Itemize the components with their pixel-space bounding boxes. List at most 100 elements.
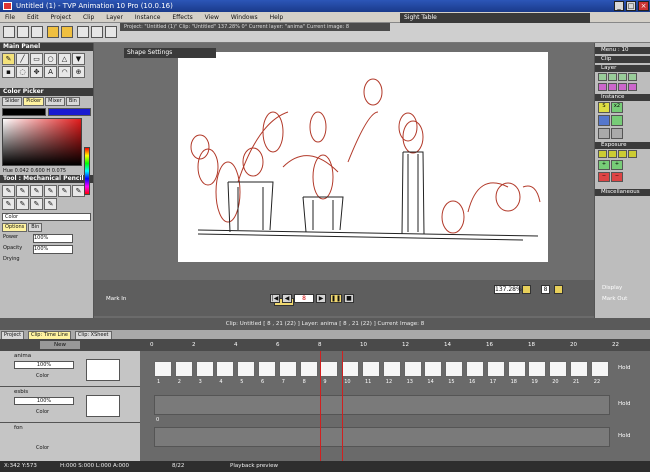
menu-view[interactable]: View (200, 12, 224, 23)
layer-row[interactable]: esbis 100% Color (0, 387, 140, 423)
current-frame-field[interactable]: 8 (294, 294, 314, 303)
frame-cell[interactable]: 13 (403, 361, 422, 385)
rect-tool-icon[interactable]: ▭ (30, 53, 43, 65)
menu-windows[interactable]: Windows (226, 12, 263, 23)
picker-tool-icon[interactable]: ⊕ (72, 66, 85, 78)
brush-preset-icon[interactable]: ✎ (58, 185, 71, 197)
undo-icon[interactable] (47, 26, 59, 38)
section-misc[interactable]: Miscellaneous (595, 189, 650, 196)
layer-action-icon[interactable] (618, 83, 627, 91)
mark-out-label[interactable]: Mark Out (602, 296, 642, 302)
timeline-tracks[interactable]: 1 2 3 4 5 6 7 8 9 10 11 12 13 14 15 16 17 18 19 20 21 22 Hold… (140, 351, 650, 461)
page-button[interactable] (554, 285, 563, 294)
exposure-plus-icon[interactable]: + (598, 160, 610, 170)
tab-slider[interactable]: Slider (2, 97, 23, 106)
brush-preset-icon[interactable]: ✎ (2, 185, 15, 197)
exposure-plus-icon[interactable]: + (611, 160, 623, 170)
shape-settings-panel[interactable]: Shape Settings (124, 48, 216, 58)
frame-cell[interactable]: 10 (341, 361, 360, 385)
exposure-minus-icon[interactable]: − (611, 172, 623, 182)
brush-preset-icon[interactable]: ✎ (44, 185, 57, 197)
section-exposure[interactable]: Exposure (595, 142, 650, 149)
secondary-color-swatch[interactable] (47, 108, 91, 116)
drawing-canvas[interactable] (178, 52, 548, 262)
exposure-minus-icon[interactable]: − (598, 172, 610, 182)
section-instance[interactable]: Instance (595, 94, 650, 101)
frame-cell[interactable]: 3 (195, 361, 214, 385)
triangle-tool-icon[interactable]: △ (58, 53, 71, 65)
instance-icon[interactable] (598, 128, 610, 139)
menu-instance[interactable]: Instance (130, 12, 166, 23)
section-clip[interactable]: Clip (595, 56, 650, 63)
layer-action-icon[interactable] (608, 83, 617, 91)
power-input[interactable]: 100% (33, 234, 73, 243)
new-icon[interactable] (3, 26, 15, 38)
frame-cell[interactable]: 11 (362, 361, 380, 385)
opacity-input[interactable]: 100% (33, 245, 73, 254)
move-tool-icon[interactable]: ✥ (30, 66, 43, 78)
layer-icon[interactable] (91, 26, 103, 38)
instance-icon[interactable] (598, 115, 610, 126)
layer-action-icon[interactable] (608, 73, 617, 81)
frame-cell[interactable]: 6 (258, 361, 276, 385)
frame-cell[interactable]: 17 (486, 361, 505, 385)
lasso-tool-icon[interactable]: ◌ (16, 66, 29, 78)
instance-icon[interactable] (611, 128, 623, 139)
layer-color[interactable]: Color (36, 409, 49, 415)
mark-in-label[interactable]: Mark In (106, 296, 136, 304)
layer-action-icon[interactable] (618, 73, 627, 81)
menu-clip[interactable]: Clip (78, 12, 99, 23)
layer-action-icon[interactable] (628, 73, 637, 81)
brush-preset-icon[interactable]: ✎ (30, 198, 43, 210)
fon-track[interactable] (154, 427, 610, 447)
redo-icon[interactable] (61, 26, 73, 38)
minimize-button[interactable]: _ (614, 1, 624, 11)
new-layer-button[interactable]: New (40, 341, 80, 349)
display-dropdown[interactable]: Display (602, 285, 642, 291)
frame-cell[interactable]: 5 (237, 361, 256, 385)
primary-color-swatch[interactable] (2, 108, 46, 116)
instance-x2-icon[interactable]: x2 (611, 102, 623, 113)
menu-file[interactable]: File (0, 12, 20, 23)
frame-cell[interactable]: 2 (174, 361, 193, 385)
frame-cell[interactable]: 8 (299, 361, 318, 385)
frame-cell[interactable]: 21 (570, 361, 588, 385)
menu-effects[interactable]: Effects (167, 12, 197, 23)
exposure-icon[interactable] (618, 150, 627, 158)
tab-bin[interactable]: Bin (65, 97, 80, 106)
open-icon[interactable] (17, 26, 29, 38)
page-field[interactable]: 8 (541, 285, 550, 294)
color-dropdown[interactable]: Color (2, 213, 91, 221)
menu-edit[interactable]: Edit (22, 12, 44, 23)
layer-action-icon[interactable] (628, 83, 637, 91)
maximize-button[interactable]: □ (626, 1, 636, 11)
frame-ruler[interactable]: 0 2 4 6 8 10 12 14 16 18 20 22 (150, 339, 620, 351)
layer-action-icon[interactable] (598, 83, 607, 91)
layer-row[interactable]: anima 100% Color (0, 351, 140, 387)
layer-color[interactable]: Color (36, 445, 49, 451)
tab-bin-options[interactable]: Bin (28, 223, 43, 232)
text-tool-icon[interactable]: A (44, 66, 57, 78)
menu-project[interactable]: Project (46, 12, 77, 23)
frame-cell[interactable]: 14 (424, 361, 443, 385)
tab-mixer[interactable]: Mixer (45, 97, 65, 106)
brush-preset-icon[interactable]: ✎ (16, 185, 29, 197)
tab-picker[interactable]: Picker (23, 97, 45, 106)
frame-cell[interactable]: 7 (278, 361, 297, 385)
frame-cell[interactable]: 1 (154, 361, 172, 385)
hue-slider[interactable] (84, 147, 90, 195)
frame-cell[interactable]: 15 (445, 361, 464, 385)
frame-cell[interactable]: 18 (507, 361, 526, 385)
frame-cell[interactable]: 9 (320, 361, 339, 385)
exposure-icon[interactable] (628, 150, 637, 158)
zoom-field[interactable]: 137.28% (494, 285, 522, 294)
zoom-preset-button[interactable] (522, 285, 531, 294)
next-frame-button[interactable]: ▶ (316, 294, 326, 303)
frame-cell[interactable]: 19 (528, 361, 547, 385)
close-button[interactable]: × (638, 1, 649, 11)
line-tool-icon[interactable]: ╱ (16, 53, 29, 65)
stop-button[interactable]: ■ (344, 294, 354, 303)
brush-preset-icon[interactable]: ✎ (2, 198, 15, 210)
pencil-tool-icon[interactable]: ✎ (2, 53, 15, 65)
color-field[interactable] (2, 118, 82, 166)
